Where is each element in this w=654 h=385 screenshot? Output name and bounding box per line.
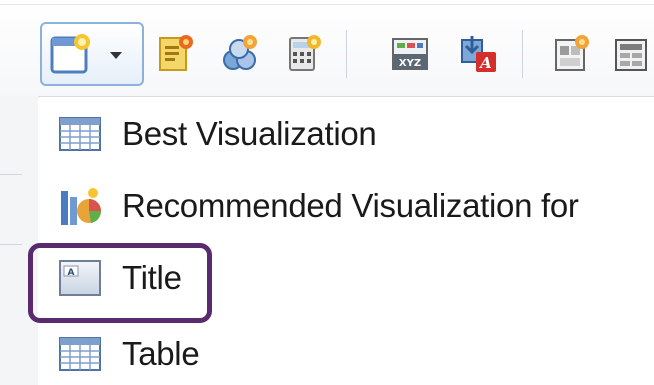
divider (0, 244, 22, 245)
menu-item-title[interactable]: A Title (38, 248, 654, 308)
new-narrative-button[interactable] (150, 22, 202, 86)
title-icon: A (56, 254, 104, 302)
background-panel (0, 96, 39, 385)
toolbar-separator (522, 30, 523, 78)
menu-item-table[interactable]: Table (38, 324, 654, 384)
menu-item-label: Table (122, 335, 200, 372)
new-graph-button[interactable] (214, 22, 266, 86)
toolbar-separator (346, 30, 347, 78)
new-view-dropdown-button[interactable] (40, 22, 144, 86)
export-icon: A (456, 32, 500, 76)
grid-icon (610, 32, 654, 76)
layout-button[interactable] (546, 22, 598, 86)
toolbar-divider (0, 4, 654, 5)
svg-text:A: A (68, 268, 75, 278)
bar-chart-icon (56, 182, 104, 230)
xyz-format-button[interactable]: XYZ (384, 22, 436, 86)
new-view-icon (48, 32, 94, 78)
graph-icon (218, 32, 262, 76)
menu-item-best-visualization[interactable]: Best Visualization (38, 104, 654, 164)
table-grid-icon (56, 330, 104, 378)
layout-icon (550, 32, 594, 76)
toolbar: XYZ A (0, 0, 654, 97)
more-button[interactable] (610, 22, 654, 86)
narrative-icon (154, 32, 198, 76)
chevron-down-icon (108, 50, 124, 62)
menu-item-label: Recommended Visualization for (122, 187, 579, 224)
menu-item-label: Title (122, 259, 182, 296)
calculator-icon (282, 32, 326, 76)
divider (0, 174, 22, 175)
menu-item-label: Best Visualization (122, 115, 377, 152)
new-calculator-button[interactable] (278, 22, 330, 86)
new-view-dropdown-menu: Best Visualization Recommended Visualiza… (38, 98, 654, 385)
svg-text:A: A (478, 54, 492, 72)
svg-text:XYZ: XYZ (399, 58, 421, 69)
menu-item-recommended-visualization[interactable]: Recommended Visualization for (38, 176, 654, 236)
xyz-icon: XYZ (388, 32, 432, 76)
import-export-button[interactable]: A (452, 22, 504, 86)
table-grid-icon (56, 110, 104, 158)
